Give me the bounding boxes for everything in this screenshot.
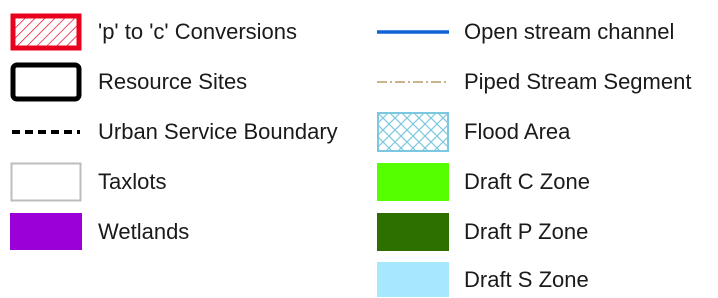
map-legend: 'p' to 'c' Conversions Resource Sites Ur… — [0, 0, 718, 297]
legend-label: Wetlands — [98, 219, 190, 244]
dashed-line-icon — [12, 130, 80, 134]
blue-line-icon — [377, 30, 449, 34]
crosshatch-box-icon — [377, 112, 449, 152]
purple-fill-box-icon — [10, 213, 82, 250]
light-blue-fill-box-icon — [377, 262, 449, 297]
legend-label: Draft P Zone — [464, 219, 589, 244]
legend-label: Piped Stream Segment — [464, 69, 692, 94]
gray-outline-box-icon — [10, 162, 82, 202]
green-fill-box-icon — [377, 163, 449, 201]
legend-label: Taxlots — [98, 169, 167, 194]
legend-label: Resource Sites — [98, 69, 248, 94]
legend-label: Draft S Zone — [464, 267, 589, 292]
dash-dot-line-icon — [377, 81, 449, 83]
dark-green-fill-box-icon — [377, 213, 449, 251]
legend-label: Draft C Zone — [464, 169, 590, 194]
legend-label: 'p' to 'c' Conversions — [98, 19, 297, 44]
legend-label: Urban Service Boundary — [98, 119, 338, 144]
legend-label: Open stream channel — [464, 19, 675, 44]
legend-label: Flood Area — [464, 119, 571, 144]
black-outline-box-icon — [10, 62, 82, 102]
hatched-red-box-icon — [10, 13, 82, 51]
